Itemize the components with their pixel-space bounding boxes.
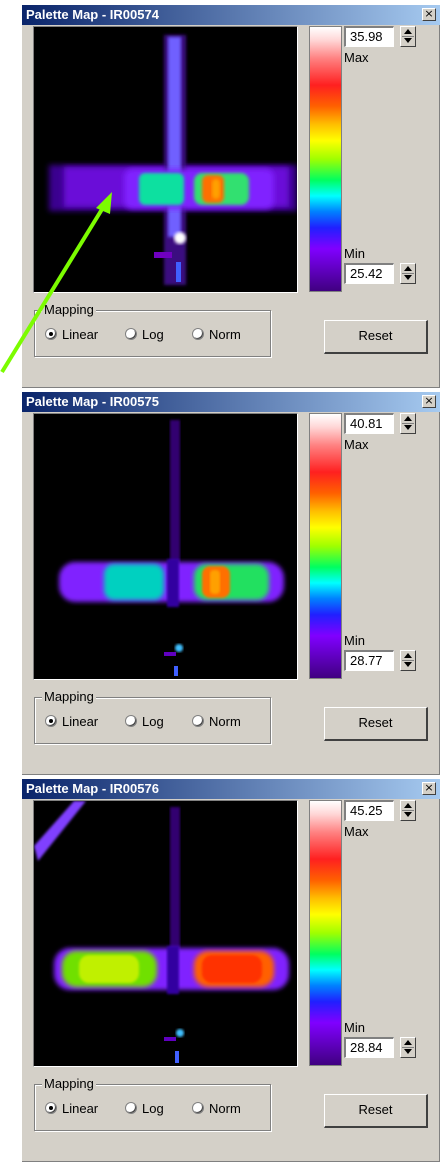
title-bar[interactable]: Palette Map - IR00574 × — [22, 5, 440, 25]
radio-icon — [125, 1102, 137, 1114]
palette-map-window-2: Palette Map - IR00575 × 40.81 Max Min 28… — [22, 392, 440, 775]
max-spin-icon[interactable] — [400, 413, 416, 434]
title-bar[interactable]: Palette Map - IR00575 × — [22, 392, 440, 412]
palette-colorbar — [309, 413, 342, 679]
max-value-field[interactable]: 45.25 — [344, 800, 394, 821]
min-value-field[interactable]: 28.84 — [344, 1037, 394, 1058]
window-title: Palette Map - IR00576 — [26, 781, 159, 796]
reset-button[interactable]: Reset — [324, 1094, 428, 1128]
mapping-group: Mapping Linear Log Norm — [34, 689, 271, 744]
thermal-image-graphic — [34, 801, 297, 1066]
mapping-label: Mapping — [42, 302, 96, 317]
palette-map-window-1: Palette Map - IR00574 × 35.98 Max Min 25 — [22, 5, 440, 388]
radio-selected-icon — [45, 1102, 57, 1114]
min-label: Min — [344, 246, 365, 261]
min-spin-icon[interactable] — [400, 650, 416, 671]
window-title: Palette Map - IR00575 — [26, 394, 159, 409]
mapping-group: Mapping Linear Log Norm — [34, 302, 271, 357]
max-label: Max — [344, 50, 369, 65]
thermal-image-graphic — [34, 27, 297, 292]
close-icon[interactable]: × — [422, 782, 436, 795]
min-value-field[interactable]: 28.77 — [344, 650, 394, 671]
radio-selected-icon — [45, 328, 57, 340]
reset-button[interactable]: Reset — [324, 707, 428, 741]
min-spin-icon[interactable] — [400, 1037, 416, 1058]
max-spin-icon[interactable] — [400, 26, 416, 47]
max-label: Max — [344, 437, 369, 452]
thermal-image — [33, 413, 298, 680]
max-value-field[interactable]: 40.81 — [344, 413, 394, 434]
radio-selected-icon — [45, 715, 57, 727]
radio-icon — [192, 328, 204, 340]
min-value-field[interactable]: 25.42 — [344, 263, 394, 284]
mapping-label: Mapping — [42, 689, 96, 704]
palette-colorbar — [309, 800, 342, 1066]
palette-map-window-3: Palette Map - IR00576 × 45.25 Max Min 28… — [22, 779, 440, 1162]
close-icon[interactable]: × — [422, 8, 436, 21]
radio-icon — [192, 1102, 204, 1114]
title-bar[interactable]: Palette Map - IR00576 × — [22, 779, 440, 799]
thermal-image-graphic — [34, 414, 297, 679]
max-value-field[interactable]: 35.98 — [344, 26, 394, 47]
mapping-label: Mapping — [42, 1076, 96, 1091]
min-label: Min — [344, 633, 365, 648]
window-title: Palette Map - IR00574 — [26, 7, 159, 22]
max-label: Max — [344, 824, 369, 839]
close-icon[interactable]: × — [422, 395, 436, 408]
radio-icon — [125, 328, 137, 340]
radio-icon — [125, 715, 137, 727]
thermal-image — [33, 800, 298, 1067]
radio-icon — [192, 715, 204, 727]
max-spin-icon[interactable] — [400, 800, 416, 821]
min-label: Min — [344, 1020, 365, 1035]
min-spin-icon[interactable] — [400, 263, 416, 284]
mapping-group: Mapping Linear Log Norm — [34, 1076, 271, 1131]
thermal-image — [33, 26, 298, 293]
reset-button[interactable]: Reset — [324, 320, 428, 354]
palette-colorbar — [309, 26, 342, 292]
